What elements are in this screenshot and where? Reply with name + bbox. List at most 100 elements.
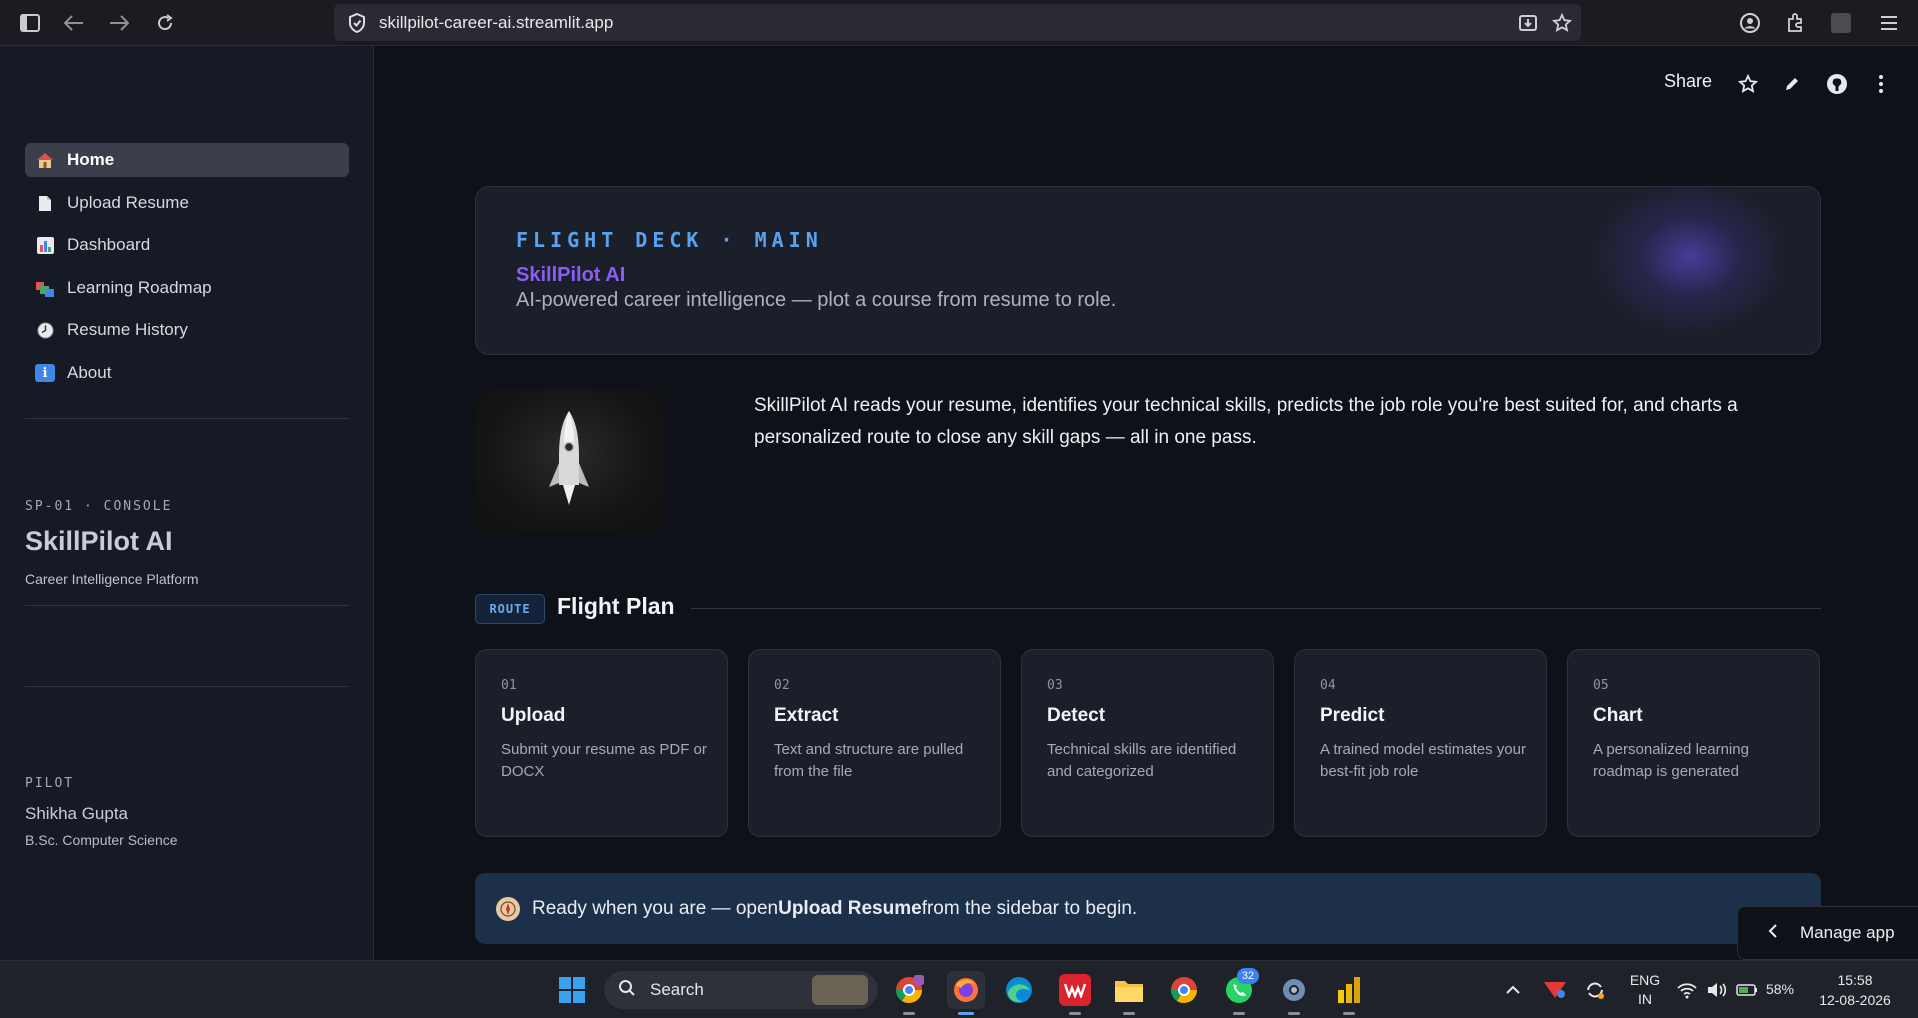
- section-title: Flight Plan: [557, 593, 675, 619]
- sidebar-item-dashboard[interactable]: Dashboard: [25, 228, 349, 262]
- info-icon: i: [35, 364, 55, 382]
- manage-app-button[interactable]: Manage app: [1737, 906, 1918, 960]
- address-bar[interactable]: skillpilot-career-ai.streamlit.app: [334, 4, 1581, 41]
- wifi-icon[interactable]: [1674, 974, 1700, 1006]
- star-icon[interactable]: [1736, 72, 1760, 96]
- whatsapp-badge: 32: [1237, 968, 1259, 984]
- console-title: SkillPilot AI: [25, 526, 173, 556]
- sidebar-item-label: Learning Roadmap: [67, 278, 212, 297]
- sidebar-toggle-icon[interactable]: [16, 9, 44, 37]
- sidebar-item-resume-history[interactable]: Resume History: [25, 313, 349, 347]
- sidebar-item-label: Dashboard: [67, 235, 151, 254]
- clock-time[interactable]: 15:58: [1810, 972, 1900, 988]
- taskbar: Search 32 ENG IN 58% 15:58 12-08-2026: [0, 960, 1918, 1018]
- wps-icon[interactable]: [1059, 974, 1091, 1006]
- battery-icon[interactable]: [1734, 974, 1760, 1006]
- step-description: A trained model estimates your best-fit …: [1320, 741, 1526, 780]
- menu-icon[interactable]: [1875, 9, 1903, 37]
- sidebar-item-about[interactable]: i About: [25, 356, 349, 390]
- step-card-upload: 01 Upload Submit your resume as PDF or D…: [475, 649, 728, 837]
- edge-icon[interactable]: [1003, 974, 1035, 1006]
- rocket-image: [475, 389, 663, 531]
- step-title: Predict: [1320, 705, 1385, 726]
- step-description: Technical skills are identified and cate…: [1047, 741, 1237, 780]
- browser-toolbar: skillpilot-career-ai.streamlit.app: [0, 0, 1918, 46]
- info-notice: Ready when you are — open Upload Resume …: [475, 873, 1821, 944]
- sidebar-item-label: About: [67, 363, 112, 382]
- house-icon: [35, 151, 55, 169]
- taskbar-active-indicator: [958, 1012, 974, 1015]
- github-icon[interactable]: [1825, 72, 1849, 96]
- edit-pencil-icon[interactable]: [1780, 72, 1804, 96]
- search-icon: [618, 979, 636, 1002]
- chrome-profile-icon[interactable]: [893, 974, 925, 1006]
- console-subtitle: Career Intelligence Platform: [25, 571, 199, 587]
- battery-percent: 58%: [1765, 981, 1795, 997]
- taskbar-search[interactable]: Search: [604, 971, 878, 1009]
- reload-icon[interactable]: [151, 9, 179, 37]
- step-description: Text and structure are pulled from the f…: [774, 741, 964, 780]
- forward-arrow-icon[interactable]: [105, 9, 133, 37]
- volume-icon[interactable]: [1704, 974, 1730, 1006]
- sync-icon[interactable]: [1581, 974, 1609, 1006]
- url-text[interactable]: skillpilot-career-ai.streamlit.app: [379, 13, 613, 33]
- notice-text-after: from the sidebar to begin.: [921, 897, 1138, 919]
- selenium-icon[interactable]: [1827, 9, 1855, 37]
- search-label: Search: [650, 980, 704, 999]
- section-rule: [691, 608, 1821, 609]
- step-number: 03: [1047, 678, 1063, 693]
- firefox-icon[interactable]: [947, 971, 985, 1009]
- pilot-tag: PILOT: [25, 776, 75, 791]
- sidebar-divider: [25, 686, 349, 687]
- step-title: Chart: [1593, 705, 1643, 726]
- windows-start-icon[interactable]: [556, 974, 588, 1006]
- more-vertical-icon[interactable]: [1869, 72, 1893, 96]
- shield-icon[interactable]: [346, 12, 368, 34]
- share-button[interactable]: Share: [1664, 71, 1712, 92]
- elephant-icon: [812, 975, 868, 1005]
- hero-tagline: AI-powered career intelligence — plot a …: [516, 289, 1117, 311]
- step-description: Submit your resume as PDF or DOCX: [501, 741, 707, 780]
- sidebar-divider: [25, 605, 349, 606]
- antivirus-icon[interactable]: [1541, 974, 1569, 1006]
- language-bottom[interactable]: IN: [1625, 991, 1665, 1007]
- route-badge: ROUTE: [475, 594, 545, 624]
- hero-glow: [1590, 187, 1790, 337]
- extensions-icon[interactable]: [1781, 9, 1809, 37]
- step-card-extract: 02 Extract Text and structure are pulled…: [748, 649, 1001, 837]
- console-tag: SP-01 · CONSOLE: [25, 499, 173, 514]
- step-title: Detect: [1047, 705, 1106, 726]
- step-number: 04: [1320, 678, 1336, 693]
- notice-text-bold: Upload Resume: [778, 897, 922, 919]
- notice-text-before: Ready when you are — open: [532, 897, 779, 919]
- step-card-detect: 03 Detect Technical skills are identifie…: [1021, 649, 1274, 837]
- books-icon: [35, 279, 55, 297]
- clock-date[interactable]: 12-08-2026: [1810, 992, 1900, 1008]
- back-arrow-icon[interactable]: [60, 9, 88, 37]
- pilot-degree: B.Sc. Computer Science: [25, 832, 178, 848]
- hero-brand: SkillPilot AI: [516, 264, 626, 286]
- step-title: Upload: [501, 705, 566, 726]
- hero-kicker: FLIGHT DECK · MAIN: [516, 228, 823, 252]
- power-bi-icon[interactable]: [1333, 974, 1365, 1006]
- file-explorer-icon[interactable]: [1113, 974, 1145, 1006]
- language-top[interactable]: ENG: [1625, 972, 1665, 988]
- download-icon[interactable]: [1517, 12, 1539, 34]
- settings-gear-icon[interactable]: [1278, 974, 1310, 1006]
- taskbar-active-indicator: [1343, 1012, 1355, 1015]
- sidebar-item-upload-resume[interactable]: Upload Resume: [25, 186, 349, 220]
- sidebar-item-label: Resume History: [67, 320, 188, 339]
- taskbar-active-indicator: [1069, 1012, 1081, 1015]
- bookmark-star-icon[interactable]: [1551, 12, 1573, 34]
- hero-card: FLIGHT DECK · MAIN SkillPilot AI AI-powe…: [475, 186, 1821, 355]
- step-number: 05: [1593, 678, 1609, 693]
- step-title: Extract: [774, 705, 839, 726]
- taskbar-active-indicator: [903, 1012, 915, 1015]
- taskbar-active-indicator: [1123, 1012, 1135, 1015]
- sidebar-item-home[interactable]: Home: [25, 143, 349, 177]
- sidebar-item-learning-roadmap[interactable]: Learning Roadmap: [25, 271, 349, 305]
- chrome-icon[interactable]: [1168, 974, 1200, 1006]
- chevron-up-icon[interactable]: [1499, 974, 1527, 1006]
- page-icon: [35, 194, 55, 212]
- account-icon[interactable]: [1736, 9, 1764, 37]
